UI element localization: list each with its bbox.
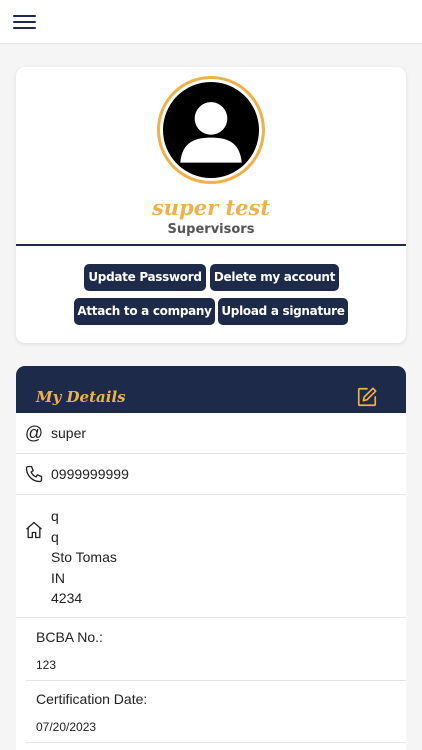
certification-date-value: 07/20/2023 <box>36 720 97 734</box>
hamburger-line <box>13 21 36 23</box>
avatar[interactable] <box>157 76 265 184</box>
profile-card: super test Supervisors Update Password D… <box>16 67 406 343</box>
phone-value: 0999999999 <box>51 466 129 482</box>
top-bar <box>0 0 422 44</box>
address-line: Sto Tomas <box>51 549 117 565</box>
at-icon: @ <box>24 423 44 443</box>
address-row: q q Sto Tomas IN 4234 <box>16 495 406 618</box>
hamburger-line <box>13 27 36 29</box>
edit-icon[interactable] <box>356 386 378 408</box>
certification-date-label: Certification Date: <box>36 691 148 707</box>
address-line: q <box>51 529 59 545</box>
address-line: q <box>51 508 59 524</box>
home-icon <box>24 520 44 540</box>
user-avatar-icon <box>163 82 259 178</box>
attach-company-button[interactable]: Attach to a company <box>74 298 215 325</box>
divider <box>26 742 406 743</box>
delete-account-button[interactable]: Delete my account <box>210 264 339 291</box>
upload-signature-button[interactable]: Upload a signature <box>218 298 348 325</box>
profile-name: super test <box>151 195 271 220</box>
email-value: super <box>51 425 87 441</box>
hamburger-menu-icon[interactable] <box>13 15 36 30</box>
my-details-card: My Details @ super 0999999999 q q Sto To… <box>16 366 406 750</box>
bcba-value: 123 <box>36 658 57 672</box>
update-password-button[interactable]: Update Password <box>84 264 206 291</box>
address-line: IN <box>51 570 65 586</box>
bcba-label: BCBA No.: <box>36 629 103 645</box>
address-line: 4234 <box>51 590 83 606</box>
phone-icon <box>24 464 44 484</box>
profile-role: Supervisors <box>167 222 255 237</box>
email-row: @ super <box>16 413 406 454</box>
phone-row: 0999999999 <box>16 454 406 495</box>
profile-divider <box>16 244 406 246</box>
details-header: My Details <box>16 366 406 413</box>
divider <box>26 680 406 681</box>
details-title: My Details <box>36 388 126 406</box>
hamburger-line <box>13 15 36 17</box>
